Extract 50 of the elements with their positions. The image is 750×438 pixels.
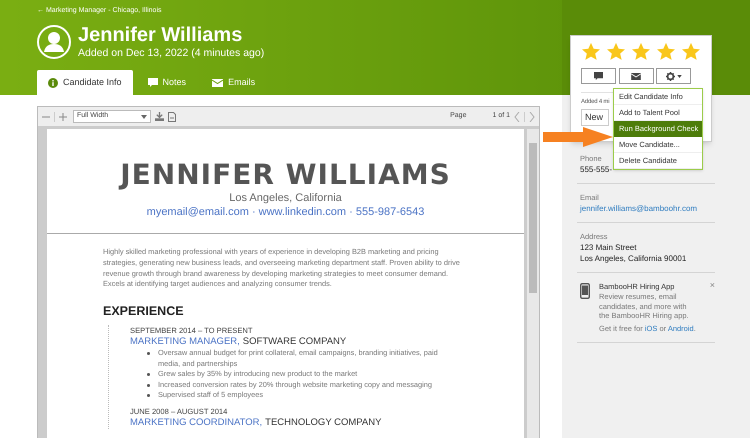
close-button[interactable]: ×	[710, 279, 715, 291]
caret-icon	[141, 114, 147, 118]
document-icon[interactable]	[168, 112, 176, 122]
candidate-name: Jennifer Williams	[78, 24, 244, 46]
envelope-icon	[212, 78, 224, 86]
tab[interactable]: Emails	[201, 70, 266, 95]
star-icon[interactable]	[631, 42, 651, 62]
job-title: MARKETING COORDINATOR,	[130, 416, 262, 429]
email-link[interactable]: jennifer.williams@bamboohr.com	[580, 203, 715, 214]
star-rating[interactable]	[581, 42, 701, 62]
scrollbar[interactable]	[527, 129, 539, 438]
bullet-icon	[147, 384, 150, 387]
field-value: Los Angeles, California 90001	[580, 253, 686, 264]
avatar-icon	[37, 25, 71, 59]
settings-button[interactable]	[656, 68, 691, 84]
resume-location: Los Angeles, California	[228, 192, 343, 205]
bullet-icon	[147, 352, 150, 356]
caret-icon	[676, 74, 682, 78]
resume-name: JENNIFER WILLIAMS	[118, 159, 452, 191]
mobile-phone-icon	[580, 283, 590, 299]
bullet-icon	[147, 373, 150, 376]
bullet-icon	[147, 394, 150, 398]
star-icon[interactable]	[681, 42, 701, 62]
status-select[interactable]: New	[581, 109, 609, 126]
section-heading: EXPERIENCE	[103, 304, 185, 318]
speech-bubble-icon	[594, 72, 603, 80]
tab[interactable]: Notes	[136, 70, 198, 95]
info-icon	[48, 78, 58, 88]
previous-page-icon[interactable]	[514, 112, 520, 122]
field-value: 555-555-	[580, 164, 612, 175]
download-icon[interactable]	[155, 112, 164, 121]
added-date: Added on Dec 13, 2022 (4 minutes ago)	[78, 46, 264, 60]
company-name: TECHNOLOGY COMPANY	[265, 416, 382, 429]
note-button[interactable]	[581, 68, 616, 84]
envelope-icon	[631, 72, 641, 80]
tab[interactable]: Candidate Info	[37, 70, 133, 95]
zoom-in-icon[interactable]	[59, 112, 67, 120]
company-name: SOFTWARE COMPANY	[242, 336, 346, 348]
next-page-icon[interactable]	[529, 112, 535, 122]
scrollbar-thumb[interactable]	[529, 143, 538, 293]
email-button[interactable]	[618, 68, 654, 84]
star-icon[interactable]	[581, 42, 601, 62]
speech-bubble-icon	[148, 78, 158, 88]
job-title: MARKETING MANAGER,	[130, 336, 240, 348]
star-icon[interactable]	[656, 42, 676, 62]
star-icon[interactable]	[606, 42, 626, 62]
resume-contact: myemail@email.com · www.linkedin.com · 555-987-6543	[146, 205, 426, 219]
pointer-arrow	[543, 127, 613, 147]
settings-icon	[666, 72, 674, 80]
field-value: 123 Main Street	[580, 242, 636, 253]
